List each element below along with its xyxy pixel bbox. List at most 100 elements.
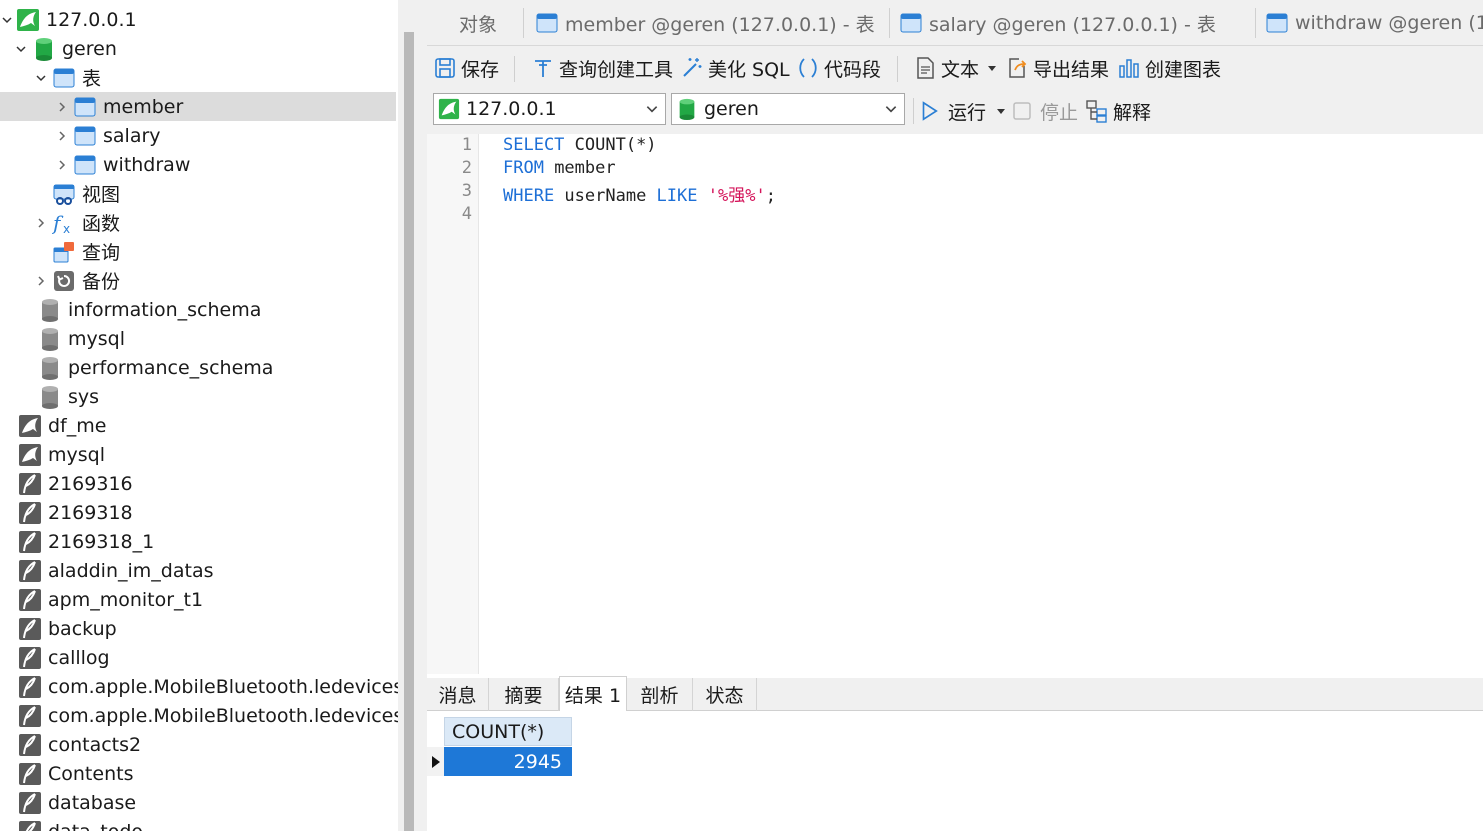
chevron-right-icon[interactable] bbox=[55, 100, 69, 114]
database-select[interactable]: geren bbox=[671, 93, 905, 125]
chevron-right-icon[interactable] bbox=[55, 158, 69, 172]
sqlite-connection-icon bbox=[18, 675, 42, 699]
table-cell[interactable]: 2945 bbox=[444, 747, 572, 776]
chevron-down-icon[interactable] bbox=[14, 42, 28, 56]
text-mode-dropdown[interactable]: 文本 bbox=[913, 53, 1001, 83]
tree-item-table-withdraw[interactable]: withdraw bbox=[0, 150, 396, 179]
database-icon bbox=[38, 385, 62, 409]
tree-item-label: 2169316 bbox=[48, 472, 133, 495]
tree-item-connection-mysql[interactable]: mysql bbox=[0, 440, 396, 469]
tab-member-table[interactable]: member @geren (127.0.0.1) - 表 bbox=[535, 0, 881, 46]
tree-item-sqlite-2169316[interactable]: 2169316 bbox=[0, 469, 396, 498]
snippet-label: 代码段 bbox=[824, 58, 882, 81]
sql-keyword: WHERE bbox=[503, 186, 555, 206]
bar-chart-icon bbox=[1119, 59, 1139, 78]
tree-item-label: 视图 bbox=[82, 184, 121, 206]
sql-editor[interactable]: 1 2 3 4 SELECT COUNT(*) FROM member WHER… bbox=[427, 134, 1483, 674]
tab-messages[interactable]: 消息 bbox=[427, 678, 489, 711]
chevron-down-icon[interactable] bbox=[34, 71, 48, 85]
tree-item-sqlite-database[interactable]: database bbox=[0, 788, 396, 817]
tree-item-label: 表 bbox=[82, 68, 102, 90]
chevron-right-icon[interactable] bbox=[34, 274, 48, 288]
table-icon bbox=[1265, 11, 1289, 35]
save-button[interactable]: 保存 bbox=[433, 53, 499, 83]
tree-item-functions-folder[interactable]: fx 函数 bbox=[0, 208, 396, 237]
table-icon bbox=[73, 95, 97, 119]
tree-item-database-geren[interactable]: geren bbox=[0, 34, 396, 63]
tab-result-1[interactable]: 结果 1 bbox=[559, 676, 627, 711]
chevron-right-icon[interactable] bbox=[55, 129, 69, 143]
connection-select[interactable]: 127.0.0.1 bbox=[433, 93, 666, 125]
tree-item-label: geren bbox=[62, 37, 117, 60]
line-number-gutter: 1 2 3 4 bbox=[427, 134, 479, 674]
explain-label: 解释 bbox=[1113, 101, 1152, 124]
tree-item-sqlite-data-todo[interactable]: data_todo bbox=[0, 817, 396, 831]
tree-item-tables-folder[interactable]: 表 bbox=[0, 63, 396, 92]
run-button[interactable]: 运行 bbox=[918, 96, 1010, 126]
tree-item-sqlite-contacts2[interactable]: contacts2 bbox=[0, 730, 396, 759]
tree-item-sqlite-contents[interactable]: Contents bbox=[0, 759, 396, 788]
tree-item-queries-folder[interactable]: 查询 bbox=[0, 237, 396, 266]
sqlite-connection-icon bbox=[18, 588, 42, 612]
tree-item-sqlite-ledevices-pa[interactable]: com.apple.MobileBluetooth.ledevices.pa bbox=[0, 701, 398, 730]
tree-item-sqlite-2169318[interactable]: 2169318 bbox=[0, 498, 396, 527]
tree-item-database-information-schema[interactable]: information_schema bbox=[0, 295, 396, 324]
query-builder-button[interactable]: 查询创建工具 bbox=[531, 53, 673, 83]
tab-divider bbox=[889, 8, 890, 38]
tab-salary-table[interactable]: salary @geren (127.0.0.1) - 表 bbox=[899, 0, 1249, 46]
code-line-2: FROM member bbox=[503, 158, 616, 178]
play-icon bbox=[922, 101, 938, 121]
tab-divider bbox=[1255, 8, 1256, 38]
sql-keyword: LIKE bbox=[656, 186, 698, 206]
line-number: 4 bbox=[461, 204, 472, 224]
query-editor-pane: 对象 member @geren (127.0.0.1) - 表 salary … bbox=[427, 0, 1483, 831]
beautify-sql-button[interactable]: 美化 SQL bbox=[680, 53, 790, 83]
tab-status[interactable]: 状态 bbox=[693, 678, 757, 711]
tree-item-sqlite-ledevices-oth[interactable]: com.apple.MobileBluetooth.ledevices.oth bbox=[0, 672, 398, 701]
tree-item-sqlite-calllog[interactable]: calllog bbox=[0, 643, 396, 672]
tree-item-label: 2169318_1 bbox=[48, 530, 155, 553]
tree-item-database-sys[interactable]: sys bbox=[0, 382, 396, 411]
tree-item-database-mysql[interactable]: mysql bbox=[0, 324, 396, 353]
tree-item-connection-df-me[interactable]: df_me bbox=[0, 411, 396, 440]
chevron-down-icon[interactable] bbox=[0, 13, 14, 27]
tree-item-label: database bbox=[48, 791, 137, 814]
sqlite-connection-icon bbox=[18, 559, 42, 583]
tree-item-sqlite-backup[interactable]: backup bbox=[0, 614, 396, 643]
tree-item-backup-folder[interactable]: 备份 bbox=[0, 266, 396, 295]
tree-item-label: aladdin_im_datas bbox=[48, 559, 214, 582]
tree-item-database-performance-schema[interactable]: performance_schema bbox=[0, 353, 396, 382]
line-number: 1 bbox=[461, 135, 472, 155]
tree-item-table-salary[interactable]: salary bbox=[0, 121, 396, 150]
tree-item-label: salary bbox=[103, 124, 161, 147]
tab-summary[interactable]: 摘要 bbox=[489, 678, 559, 711]
sql-text: ; bbox=[765, 186, 776, 206]
tab-withdraw-table[interactable]: withdraw @geren (127 bbox=[1265, 0, 1483, 46]
sql-text: member bbox=[543, 158, 616, 178]
tab-label: 结果 1 bbox=[564, 684, 622, 707]
tree-item-connection-127[interactable]: 127.0.0.1 bbox=[0, 5, 396, 34]
tree-item-sqlite-2169318-1[interactable]: 2169318_1 bbox=[0, 527, 396, 556]
row-indicator[interactable] bbox=[427, 747, 444, 776]
chevron-right-icon[interactable] bbox=[34, 216, 48, 230]
create-chart-button[interactable]: 创建图表 bbox=[1117, 53, 1221, 83]
sqlite-connection-icon bbox=[18, 646, 42, 670]
export-results-button[interactable]: 导出结果 bbox=[1005, 53, 1109, 83]
tree-item-views-folder[interactable]: 视图 bbox=[0, 179, 396, 208]
explain-button[interactable]: 解释 bbox=[1085, 96, 1151, 126]
code-snippet-button[interactable]: 代码段 bbox=[796, 53, 881, 83]
tree-item-table-member[interactable]: member bbox=[0, 92, 396, 121]
stop-icon bbox=[1013, 102, 1031, 120]
tree-item-label: 函数 bbox=[82, 213, 121, 235]
sidebar-scrollbar[interactable] bbox=[404, 32, 414, 831]
connection-bar: 127.0.0.1 geren 运行 停止 解释 bbox=[427, 90, 1483, 134]
save-label: 保存 bbox=[461, 58, 500, 81]
tab-label: 摘要 bbox=[504, 685, 543, 707]
column-header[interactable]: COUNT(*) bbox=[444, 717, 572, 746]
tree-item-sqlite-apm-monitor-t1[interactable]: apm_monitor_t1 bbox=[0, 585, 396, 614]
tab-objects[interactable]: 对象 bbox=[459, 0, 497, 46]
tree-item-sqlite-aladdin-im-datas[interactable]: aladdin_im_datas bbox=[0, 556, 396, 585]
stop-button[interactable]: 停止 bbox=[1012, 96, 1078, 126]
tab-label: withdraw @geren (127 bbox=[1295, 12, 1483, 34]
tab-profile[interactable]: 剖析 bbox=[627, 678, 693, 711]
